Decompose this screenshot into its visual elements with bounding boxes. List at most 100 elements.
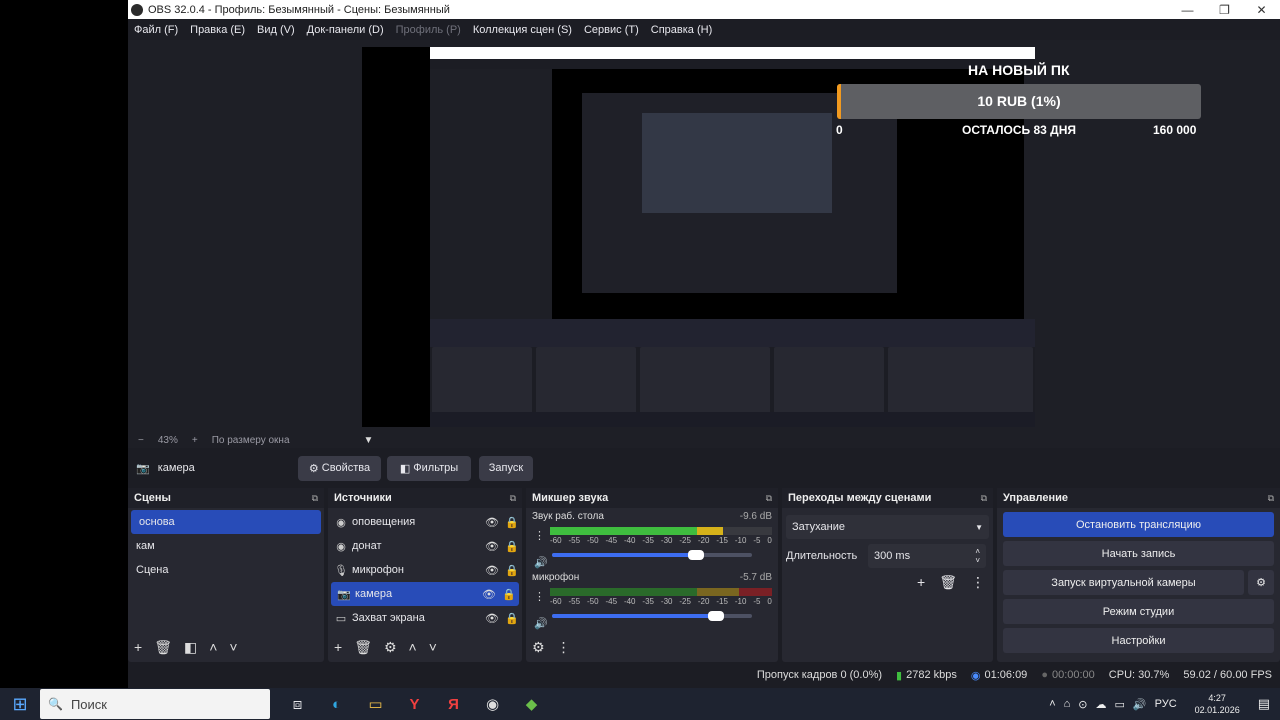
maximize-icon[interactable]: ❐ bbox=[1206, 3, 1243, 17]
speaker-icon[interactable]: 🔊 bbox=[534, 556, 548, 569]
app-icon[interactable]: ◆ bbox=[512, 695, 551, 713]
language-indicator[interactable]: РУС bbox=[1155, 698, 1177, 710]
source-item[interactable]: ◉ донат 👁 🔒 bbox=[328, 534, 522, 558]
move-down-icon[interactable]: ˅ bbox=[429, 639, 437, 655]
eye-icon[interactable]: 👁 bbox=[482, 612, 502, 625]
clock[interactable]: 4:27 02.01.2026 bbox=[1191, 692, 1244, 716]
zoom-in-button[interactable]: + bbox=[192, 435, 198, 446]
move-up-icon[interactable]: ˄ bbox=[409, 639, 417, 655]
zoom-dropdown-icon[interactable]: ▼ bbox=[364, 435, 374, 446]
studio-mode-button[interactable]: Режим студии bbox=[1003, 599, 1274, 624]
task-view-icon[interactable]: ⧈ bbox=[278, 696, 317, 713]
speaker-icon[interactable]: 🔊 bbox=[534, 617, 548, 630]
duration-input[interactable]: 300 ms ˄ ˅ bbox=[868, 544, 986, 568]
volume-slider[interactable] bbox=[552, 611, 752, 621]
channel-menu-icon[interactable]: ⋮ bbox=[534, 529, 545, 542]
eye-icon[interactable]: 👁 bbox=[482, 540, 502, 553]
transition-actions: + 🗑 ⋮ bbox=[782, 574, 993, 591]
yandex-icon[interactable]: Я bbox=[434, 696, 473, 713]
volume-slider-fill bbox=[552, 614, 716, 618]
undock-icon[interactable]: ⧉ bbox=[1268, 493, 1274, 504]
menu-scene-collection[interactable]: Коллекция сцен (S) bbox=[473, 24, 572, 36]
menu-help[interactable]: Справка (H) bbox=[651, 24, 712, 36]
zoom-fit[interactable]: По размеру окна bbox=[212, 435, 290, 446]
transition-select[interactable]: Затухание ▼ bbox=[786, 515, 989, 539]
menu-profile[interactable]: Профиль (P) bbox=[396, 24, 461, 36]
zoom-out-button[interactable]: − bbox=[138, 435, 144, 446]
filters-button[interactable]: ◧ Фильтры bbox=[387, 455, 471, 481]
move-down-icon[interactable]: ˅ bbox=[229, 639, 237, 655]
bitrate: 2782 kbps bbox=[906, 669, 957, 681]
gear-icon[interactable]: ⚙ bbox=[1248, 570, 1274, 595]
spin-down-icon[interactable]: ˅ bbox=[975, 556, 980, 565]
menu-tools[interactable]: Сервис (T) bbox=[584, 24, 639, 36]
volume-icon[interactable]: 🔊 bbox=[1133, 698, 1147, 711]
lock-icon[interactable]: 🔒 bbox=[499, 588, 519, 601]
scene-item-scena[interactable]: Сцена bbox=[128, 558, 324, 582]
scene-filters-icon[interactable]: ◧ bbox=[184, 639, 197, 656]
eye-icon[interactable]: 👁 bbox=[482, 564, 502, 577]
move-up-icon[interactable]: ˄ bbox=[209, 639, 217, 655]
stop-stream-button[interactable]: Остановить трансляцию bbox=[1003, 512, 1274, 537]
lock-icon[interactable]: 🔒 bbox=[502, 516, 522, 529]
source-item[interactable]: ◉ оповещения 👁 🔒 bbox=[328, 510, 522, 534]
remove-scene-icon[interactable]: 🗑 bbox=[154, 639, 172, 656]
menu-view[interactable]: Вид (V) bbox=[257, 24, 295, 36]
meter-tick-label: 0 bbox=[767, 536, 772, 545]
undock-icon[interactable]: ⧉ bbox=[510, 493, 516, 504]
source-item-selected[interactable]: 📷 камера 👁 🔒 bbox=[331, 582, 519, 606]
yandex-browser-icon[interactable]: Y bbox=[395, 696, 434, 713]
add-scene-icon[interactable]: + bbox=[134, 639, 142, 655]
transition-menu-icon[interactable]: ⋮ bbox=[971, 574, 985, 591]
scene-item-kam[interactable]: кам bbox=[128, 534, 324, 558]
source-properties-icon[interactable]: ⚙ bbox=[384, 639, 397, 656]
start-icon[interactable]: ⊞ bbox=[0, 694, 40, 715]
lock-icon[interactable]: 🔒 bbox=[502, 540, 522, 553]
virtual-camera-button[interactable]: Запуск виртуальной камеры bbox=[1003, 570, 1244, 595]
record-icon: ● bbox=[1041, 669, 1048, 681]
add-source-icon[interactable]: + bbox=[334, 639, 342, 655]
properties-button[interactable]: ⚙ Свойства bbox=[298, 455, 381, 481]
settings-button[interactable]: Настройки bbox=[1003, 628, 1274, 653]
close-icon[interactable]: ✕ bbox=[1243, 3, 1280, 17]
file-explorer-icon[interactable]: ▭ bbox=[356, 695, 395, 713]
remove-source-icon[interactable]: 🗑 bbox=[354, 639, 372, 656]
remove-transition-icon[interactable]: 🗑 bbox=[939, 574, 957, 591]
menu-edit[interactable]: Правка (E) bbox=[190, 24, 245, 36]
undock-icon[interactable]: ⧉ bbox=[981, 493, 987, 504]
eye-icon[interactable]: 👁 bbox=[479, 588, 499, 601]
network-icon[interactable]: ▭ bbox=[1115, 698, 1125, 711]
tray-app-icon[interactable]: ⌂ bbox=[1064, 698, 1071, 710]
taskbar-search[interactable]: 🔍 Поиск bbox=[40, 689, 270, 719]
onedrive-icon[interactable]: ☁ bbox=[1096, 698, 1107, 711]
notifications-icon[interactable]: ▤ bbox=[1258, 696, 1270, 712]
obs-icon[interactable]: ◉ bbox=[473, 695, 512, 713]
undock-icon[interactable]: ⧉ bbox=[766, 493, 772, 504]
scene-item-osnova[interactable]: основа bbox=[131, 510, 321, 534]
undock-icon[interactable]: ⧉ bbox=[312, 493, 318, 504]
edge-icon[interactable]: ◐ bbox=[317, 696, 356, 713]
eye-icon[interactable]: 👁 bbox=[482, 516, 502, 529]
source-item[interactable]: ▭ Захват экрана 👁 🔒 bbox=[328, 606, 522, 630]
minimize-icon[interactable]: — bbox=[1169, 3, 1206, 17]
virtual-cam-row: Запуск виртуальной камеры ⚙ bbox=[997, 566, 1280, 595]
duration-spinner[interactable]: ˄ ˅ bbox=[975, 547, 980, 565]
lock-icon[interactable]: 🔒 bbox=[502, 564, 522, 577]
mixer-settings-icon[interactable]: ⚙ bbox=[532, 639, 545, 656]
start-record-button[interactable]: Начать запись bbox=[1003, 541, 1274, 566]
volume-row: 🔊 bbox=[532, 550, 772, 569]
volume-slider-knob[interactable] bbox=[708, 611, 724, 621]
spin-up-icon[interactable]: ˄ bbox=[975, 547, 980, 556]
lock-icon[interactable]: 🔒 bbox=[502, 612, 522, 625]
menu-file[interactable]: Файл (F) bbox=[134, 24, 178, 36]
menu-docks[interactable]: Док-панели (D) bbox=[307, 24, 384, 36]
activate-button[interactable]: Запуск bbox=[479, 455, 533, 481]
add-transition-icon[interactable]: + bbox=[917, 574, 925, 591]
tray-expand-icon[interactable]: ˄ bbox=[1049, 698, 1055, 710]
tray-obs-icon[interactable]: ⊙ bbox=[1078, 698, 1087, 711]
channel-menu-icon[interactable]: ⋮ bbox=[534, 590, 545, 603]
volume-slider-knob[interactable] bbox=[688, 550, 704, 560]
volume-slider[interactable] bbox=[552, 550, 752, 560]
source-item[interactable]: 🎙 микрофон 👁 🔒 bbox=[328, 558, 522, 582]
mixer-menu-icon[interactable]: ⋮ bbox=[557, 639, 571, 656]
